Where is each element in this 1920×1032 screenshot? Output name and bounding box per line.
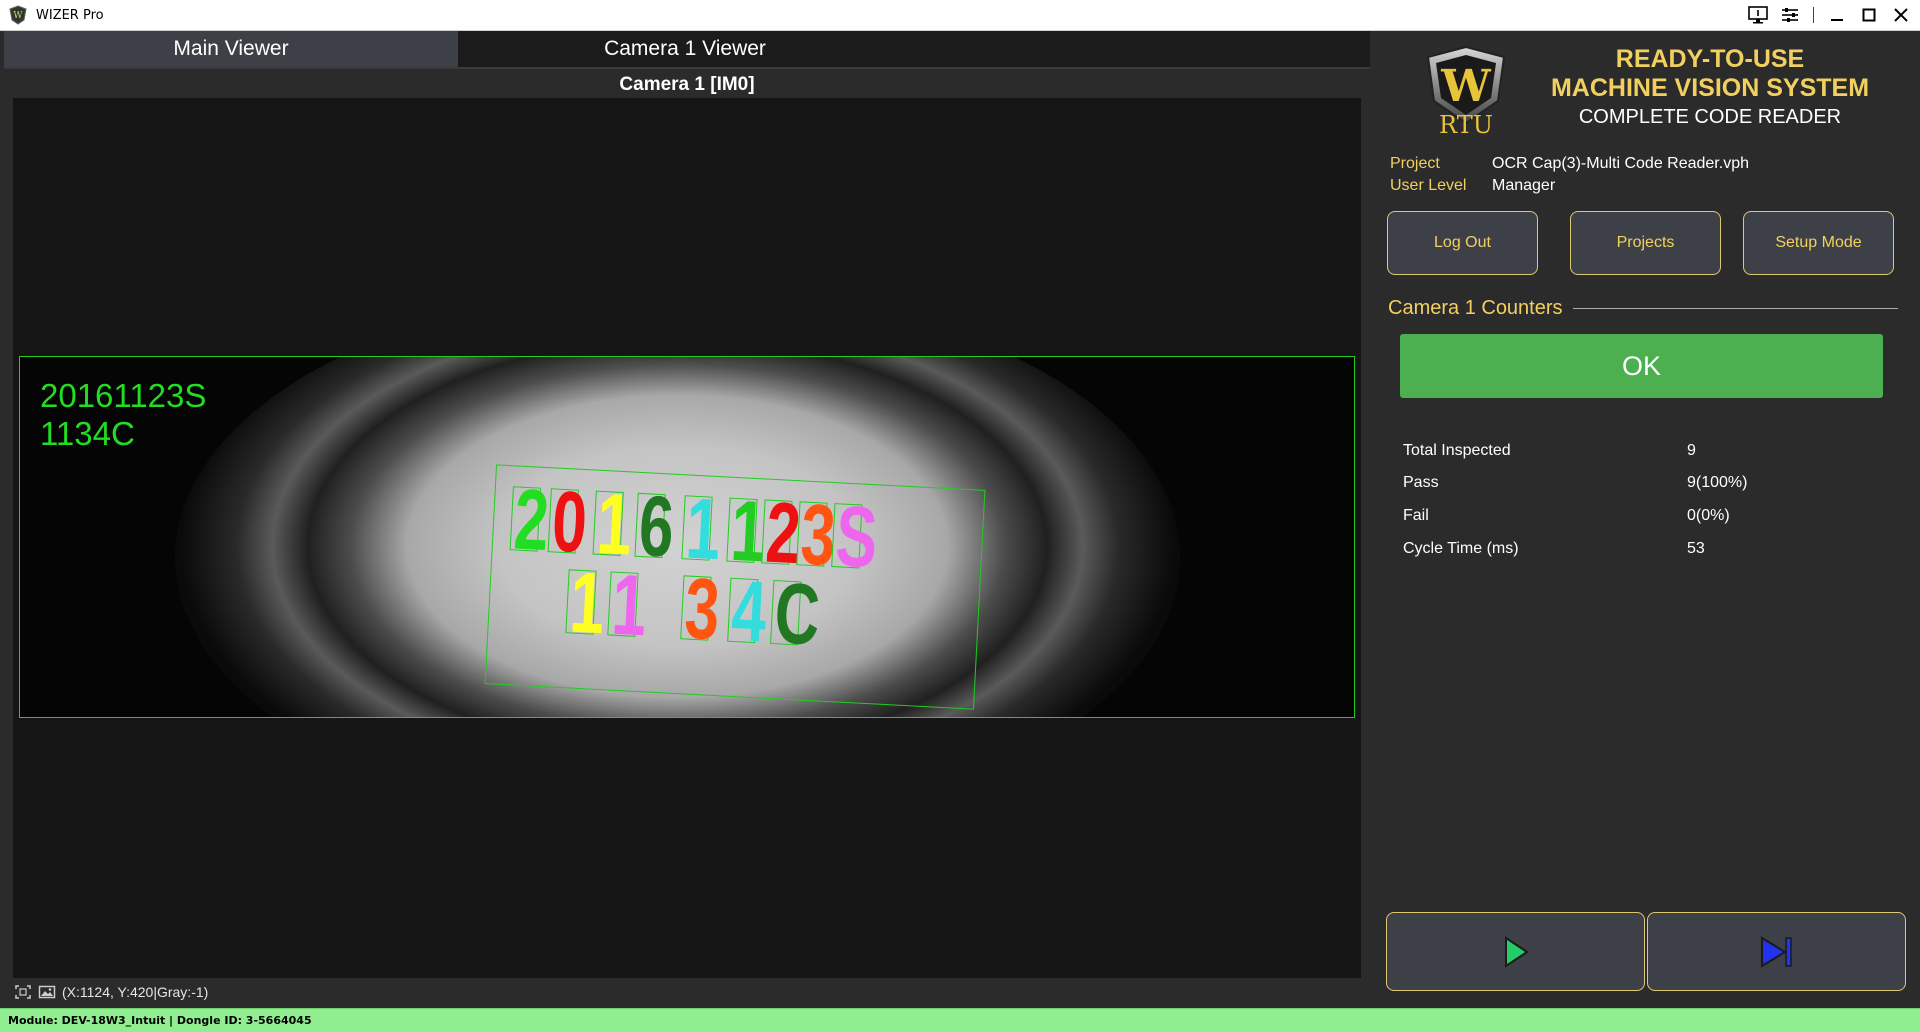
control-panel: W RTU READY-TO-USE MACHINE VISION SYSTEM…: [1370, 31, 1920, 1006]
camera-image-roi: 20161123S 1134C 20161123S1134C: [19, 356, 1355, 718]
module-dongle-info: Module: DEV-18W3_Intuit | Dongle ID: 3-5…: [8, 1014, 312, 1027]
svg-text:W: W: [13, 11, 23, 21]
ocr-char: 1: [567, 554, 608, 653]
counter-value: 0(0%): [1687, 507, 1730, 524]
tab-main-viewer[interactable]: Main Viewer: [4, 31, 458, 67]
projects-button[interactable]: Projects: [1570, 211, 1721, 275]
subheadline: COMPLETE CODE READER: [1578, 106, 1842, 128]
ocr-char: 1: [594, 475, 635, 574]
counter-value: 9: [1687, 442, 1696, 459]
window-title: WIZER Pro: [36, 7, 104, 23]
counter-row-cycle-time: Cycle Time (ms) 53: [1403, 540, 1883, 558]
run-button[interactable]: [1386, 912, 1645, 991]
step-forward-icon: [1760, 935, 1792, 968]
viewer-status-line: (X:1124, Y:420|Gray:-1): [14, 981, 208, 1003]
ocr-char: 2: [763, 484, 804, 583]
fit-view-icon[interactable]: [14, 984, 32, 1000]
counters-heading: Camera 1 Counters: [1388, 297, 1563, 319]
ocr-char: 3: [798, 486, 838, 585]
headline-line-2: MACHINE VISION SYSTEM: [1550, 74, 1870, 102]
user-level-value: Manager: [1492, 177, 1556, 194]
image-viewer[interactable]: 20161123S 1134C 20161123S1134C: [13, 98, 1361, 978]
project-label: Project: [1390, 155, 1440, 172]
maximize-icon[interactable]: [1856, 3, 1882, 27]
logout-button[interactable]: Log Out: [1387, 211, 1538, 275]
ocr-search-region: 20161123S1134C: [484, 464, 986, 710]
headline: READY-TO-USE MACHINE VISION SYSTEM: [1540, 45, 1880, 103]
status-bar: Module: DEV-18W3_Intuit | Dongle ID: 3-5…: [0, 1008, 1920, 1032]
counter-value: 53: [1687, 540, 1705, 557]
viewer-title: Camera 1 [IM0]: [619, 74, 755, 95]
tab-camera-1-viewer[interactable]: Camera 1 Viewer: [458, 31, 912, 67]
ocr-char: 4: [729, 562, 769, 661]
viewer-tabs: Main Viewer Camera 1 Viewer: [4, 31, 1370, 69]
counter-row-total: Total Inspected 9: [1403, 442, 1883, 460]
title-separator: [1813, 7, 1814, 23]
ocr-result-line-2: 1134C: [40, 415, 135, 452]
counter-label: Total Inspected: [1403, 442, 1511, 459]
rtu-logo-icon: W RTU: [1426, 45, 1506, 135]
ocr-result-line-1: 20161123S: [40, 377, 207, 414]
ocr-char: 1: [683, 480, 724, 579]
ocr-char: 2: [511, 471, 552, 570]
play-icon: [1504, 935, 1529, 968]
project-value: OCR Cap(3)-Multi Code Reader.vph: [1492, 155, 1749, 172]
title-bar: W WIZER Pro: [0, 0, 1920, 31]
ocr-char: 3: [682, 560, 722, 659]
ocr-char: C: [772, 565, 823, 664]
pixel-readout: (X:1124, Y:420|Gray:-1): [62, 984, 209, 1000]
minimize-icon[interactable]: [1824, 3, 1850, 27]
inspection-status-badge: OK: [1400, 334, 1883, 398]
remote-display-icon[interactable]: [1745, 3, 1771, 27]
settings-sliders-icon[interactable]: [1777, 3, 1803, 27]
ocr-char: 0: [549, 473, 590, 572]
svg-text:W: W: [1440, 61, 1491, 112]
project-info: Project OCR Cap(3)-Multi Code Reader.vph …: [1390, 153, 1749, 197]
step-button[interactable]: [1647, 912, 1906, 991]
counters-section-header: Camera 1 Counters: [1388, 297, 1898, 320]
counters-divider: [1572, 308, 1898, 309]
counter-row-pass: Pass 9(100%): [1403, 474, 1883, 492]
viewer-panel: Main Viewer Camera 1 Viewer Camera 1 [IM…: [4, 31, 1370, 1006]
ocr-char: 1: [609, 556, 650, 655]
ocr-char: 6: [636, 477, 677, 576]
image-icon[interactable]: [38, 984, 56, 1000]
counter-label: Pass: [1403, 474, 1439, 491]
counter-row-fail: Fail 0(0%): [1403, 507, 1883, 525]
counter-label: Fail: [1403, 507, 1429, 524]
close-icon[interactable]: [1888, 3, 1914, 27]
ocr-char: 1: [728, 482, 769, 581]
headline-line-1: READY-TO-USE: [1615, 45, 1805, 73]
ocr-result-text: 20161123S 1134C: [40, 377, 206, 453]
app-logo-icon: W: [9, 5, 27, 25]
counter-label: Cycle Time (ms): [1403, 540, 1519, 557]
svg-text:RTU: RTU: [1439, 111, 1493, 135]
user-level-label: User Level: [1390, 177, 1467, 194]
counter-value: 9(100%): [1687, 474, 1748, 491]
ocr-char: S: [833, 488, 880, 587]
setup-mode-button[interactable]: Setup Mode: [1743, 211, 1894, 275]
